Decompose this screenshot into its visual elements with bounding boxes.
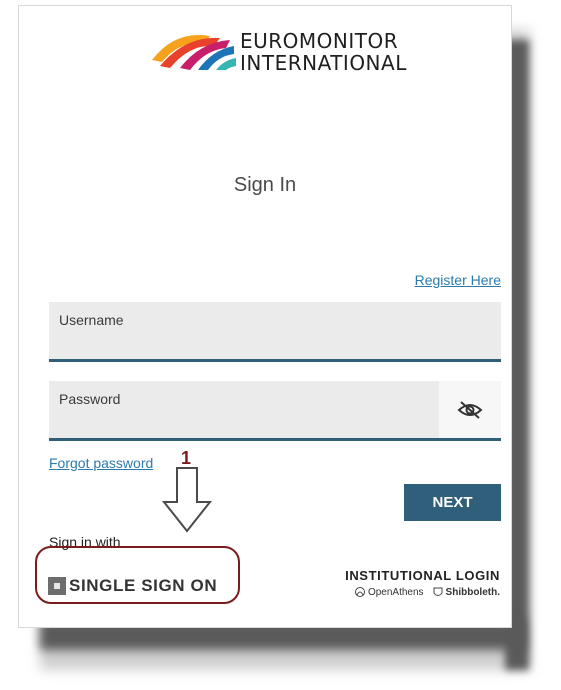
annotation-arrow-down-icon <box>161 467 213 533</box>
register-link[interactable]: Register Here <box>415 272 501 288</box>
brand-logo: EUROMONITOR INTERNATIONAL <box>150 28 410 78</box>
page-title: Sign In <box>233 174 297 196</box>
brand-logo-icon <box>152 35 236 70</box>
brand-name: EUROMONITOR INTERNATIONAL <box>240 30 407 74</box>
openathens-icon <box>354 587 365 597</box>
openathens-login[interactable]: OpenAthens <box>354 586 424 598</box>
signin-card: EUROMONITOR INTERNATIONAL Sign In Regist… <box>18 5 512 628</box>
institutional-providers: OpenAthens Shibboleth. <box>354 586 500 598</box>
password-visibility-toggle[interactable] <box>439 381 501 438</box>
username-label: Username <box>59 312 124 328</box>
shibboleth-login[interactable]: Shibboleth. <box>432 586 500 598</box>
eye-slash-icon <box>457 400 483 419</box>
password-input[interactable] <box>57 411 441 435</box>
shibboleth-icon <box>433 587 443 596</box>
brand-name-line1: EUROMONITOR <box>240 29 399 53</box>
username-field[interactable]: Username <box>49 302 501 362</box>
next-button[interactable]: NEXT <box>404 484 501 521</box>
username-input[interactable] <box>57 332 441 356</box>
annotation-highlight <box>35 546 240 604</box>
shibboleth-label: Shibboleth. <box>445 586 500 598</box>
institutional-login-title[interactable]: INSTITUTIONAL LOGIN <box>345 568 500 583</box>
forgot-password-link[interactable]: Forgot password <box>49 455 153 471</box>
password-label: Password <box>59 391 121 407</box>
password-field[interactable]: Password <box>49 381 501 441</box>
openathens-label: OpenAthens <box>367 586 424 598</box>
brand-name-line2: INTERNATIONAL <box>240 51 407 75</box>
